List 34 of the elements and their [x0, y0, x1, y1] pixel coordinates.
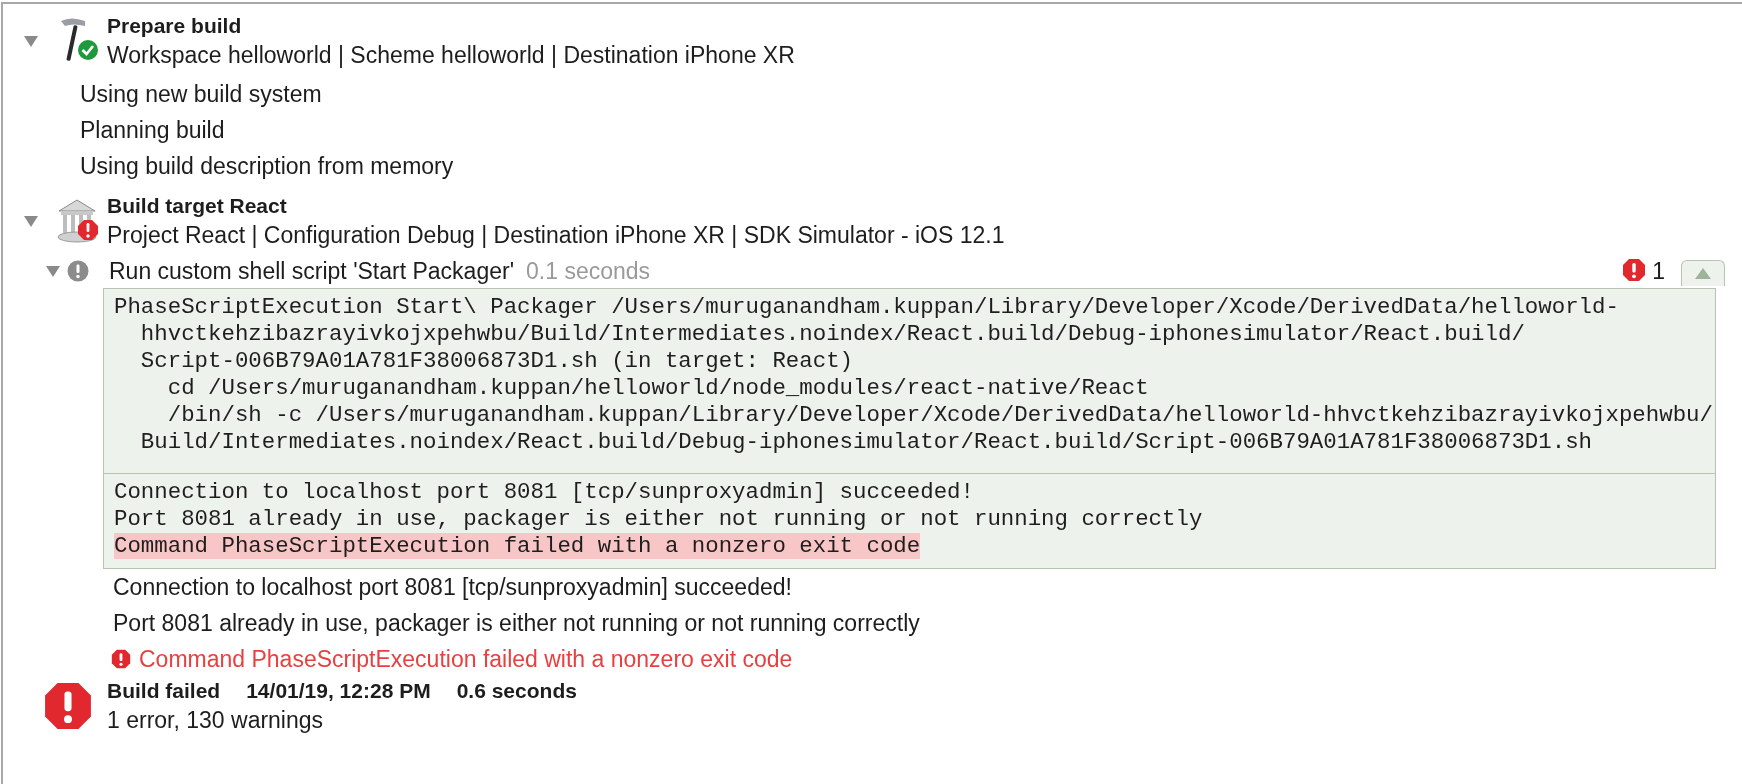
duration-label: 0.1 seconds	[526, 257, 651, 286]
step-title: Prepare build	[107, 13, 243, 39]
log-line: Using build description from memory	[80, 151, 454, 181]
disclosure-triangle[interactable]	[45, 264, 61, 278]
disclosure-triangle[interactable]	[23, 214, 39, 228]
log-line: Planning build	[80, 115, 225, 145]
collapse-arrow-icon	[1695, 268, 1711, 279]
step-title: Build target React	[107, 193, 288, 219]
issue-count: 1 error, 130 warnings	[107, 706, 325, 735]
code-line: cd /Users/muruganandham.kuppan/helloworld/node_modules/react-native/React	[166, 375, 1150, 402]
timestamp: 14/01/19, 12:28 PM	[246, 678, 431, 704]
error-icon	[111, 649, 131, 669]
step-details: Workspace helloworld | Scheme helloworld | Destination iPhone XR	[107, 41, 795, 70]
code-line: hhvctkehzibazrayivkojxpehwbu/Build/Intermediates.noindex/React.build/Debug-iphonesimulator/React.build/	[139, 321, 1526, 348]
duration-label: 0.6 seconds	[456, 678, 577, 704]
warning-circle-icon	[67, 260, 89, 282]
hammer-icon	[61, 18, 85, 61]
error-count: 1	[1652, 257, 1665, 286]
step-details: Project React | Configuration Debug | Destination iPhone XR | SDK Simulator - iOS 12.1	[107, 221, 1005, 250]
collapse-tab[interactable]	[1681, 260, 1725, 286]
log-line: Using new build system	[80, 79, 322, 109]
code-line: Port 8081 already in use, packager is either not running or not running correctly	[114, 506, 1203, 532]
code-line: /bin/sh -c /Users/muruganandham.kuppan/Library/Developer/Xcode/DerivedData/helloworld-hhvctkehzibazrayivkojxpehwbu/	[166, 402, 1714, 429]
code-line: Build/Intermediates.noindex/React.build/Debug-iphonesimulator/React.build/Script-006B79A01A781F38006873D1.sh	[139, 429, 1594, 456]
log-line: Connection to localhost port 8081 [tcp/sunproxyadmin] succeeded!	[113, 572, 792, 602]
code-line: PhaseScriptExecution Start\ Packager /Users/muruganandham.kuppan/Library/Developer/Xcode/DerivedData/helloworld-	[114, 294, 1620, 321]
code-line: Connection to localhost port 8081 [tcp/sunproxyadmin] succeeded!	[114, 479, 974, 505]
log-line: Port 8081 already in use, packager is either not running or not running correctly	[113, 608, 920, 638]
result-title: Build failed	[107, 678, 221, 704]
code-line: Script-006B79A01A781F38006873D1.sh (in target: React)	[139, 348, 854, 375]
error-message: Command PhaseScriptExecution failed with a nonzero exit code	[139, 644, 793, 674]
error-icon	[1622, 257, 1647, 282]
disclosure-triangle[interactable]	[23, 34, 39, 48]
step-title: Run custom shell script 'Start Packager'	[109, 257, 515, 286]
